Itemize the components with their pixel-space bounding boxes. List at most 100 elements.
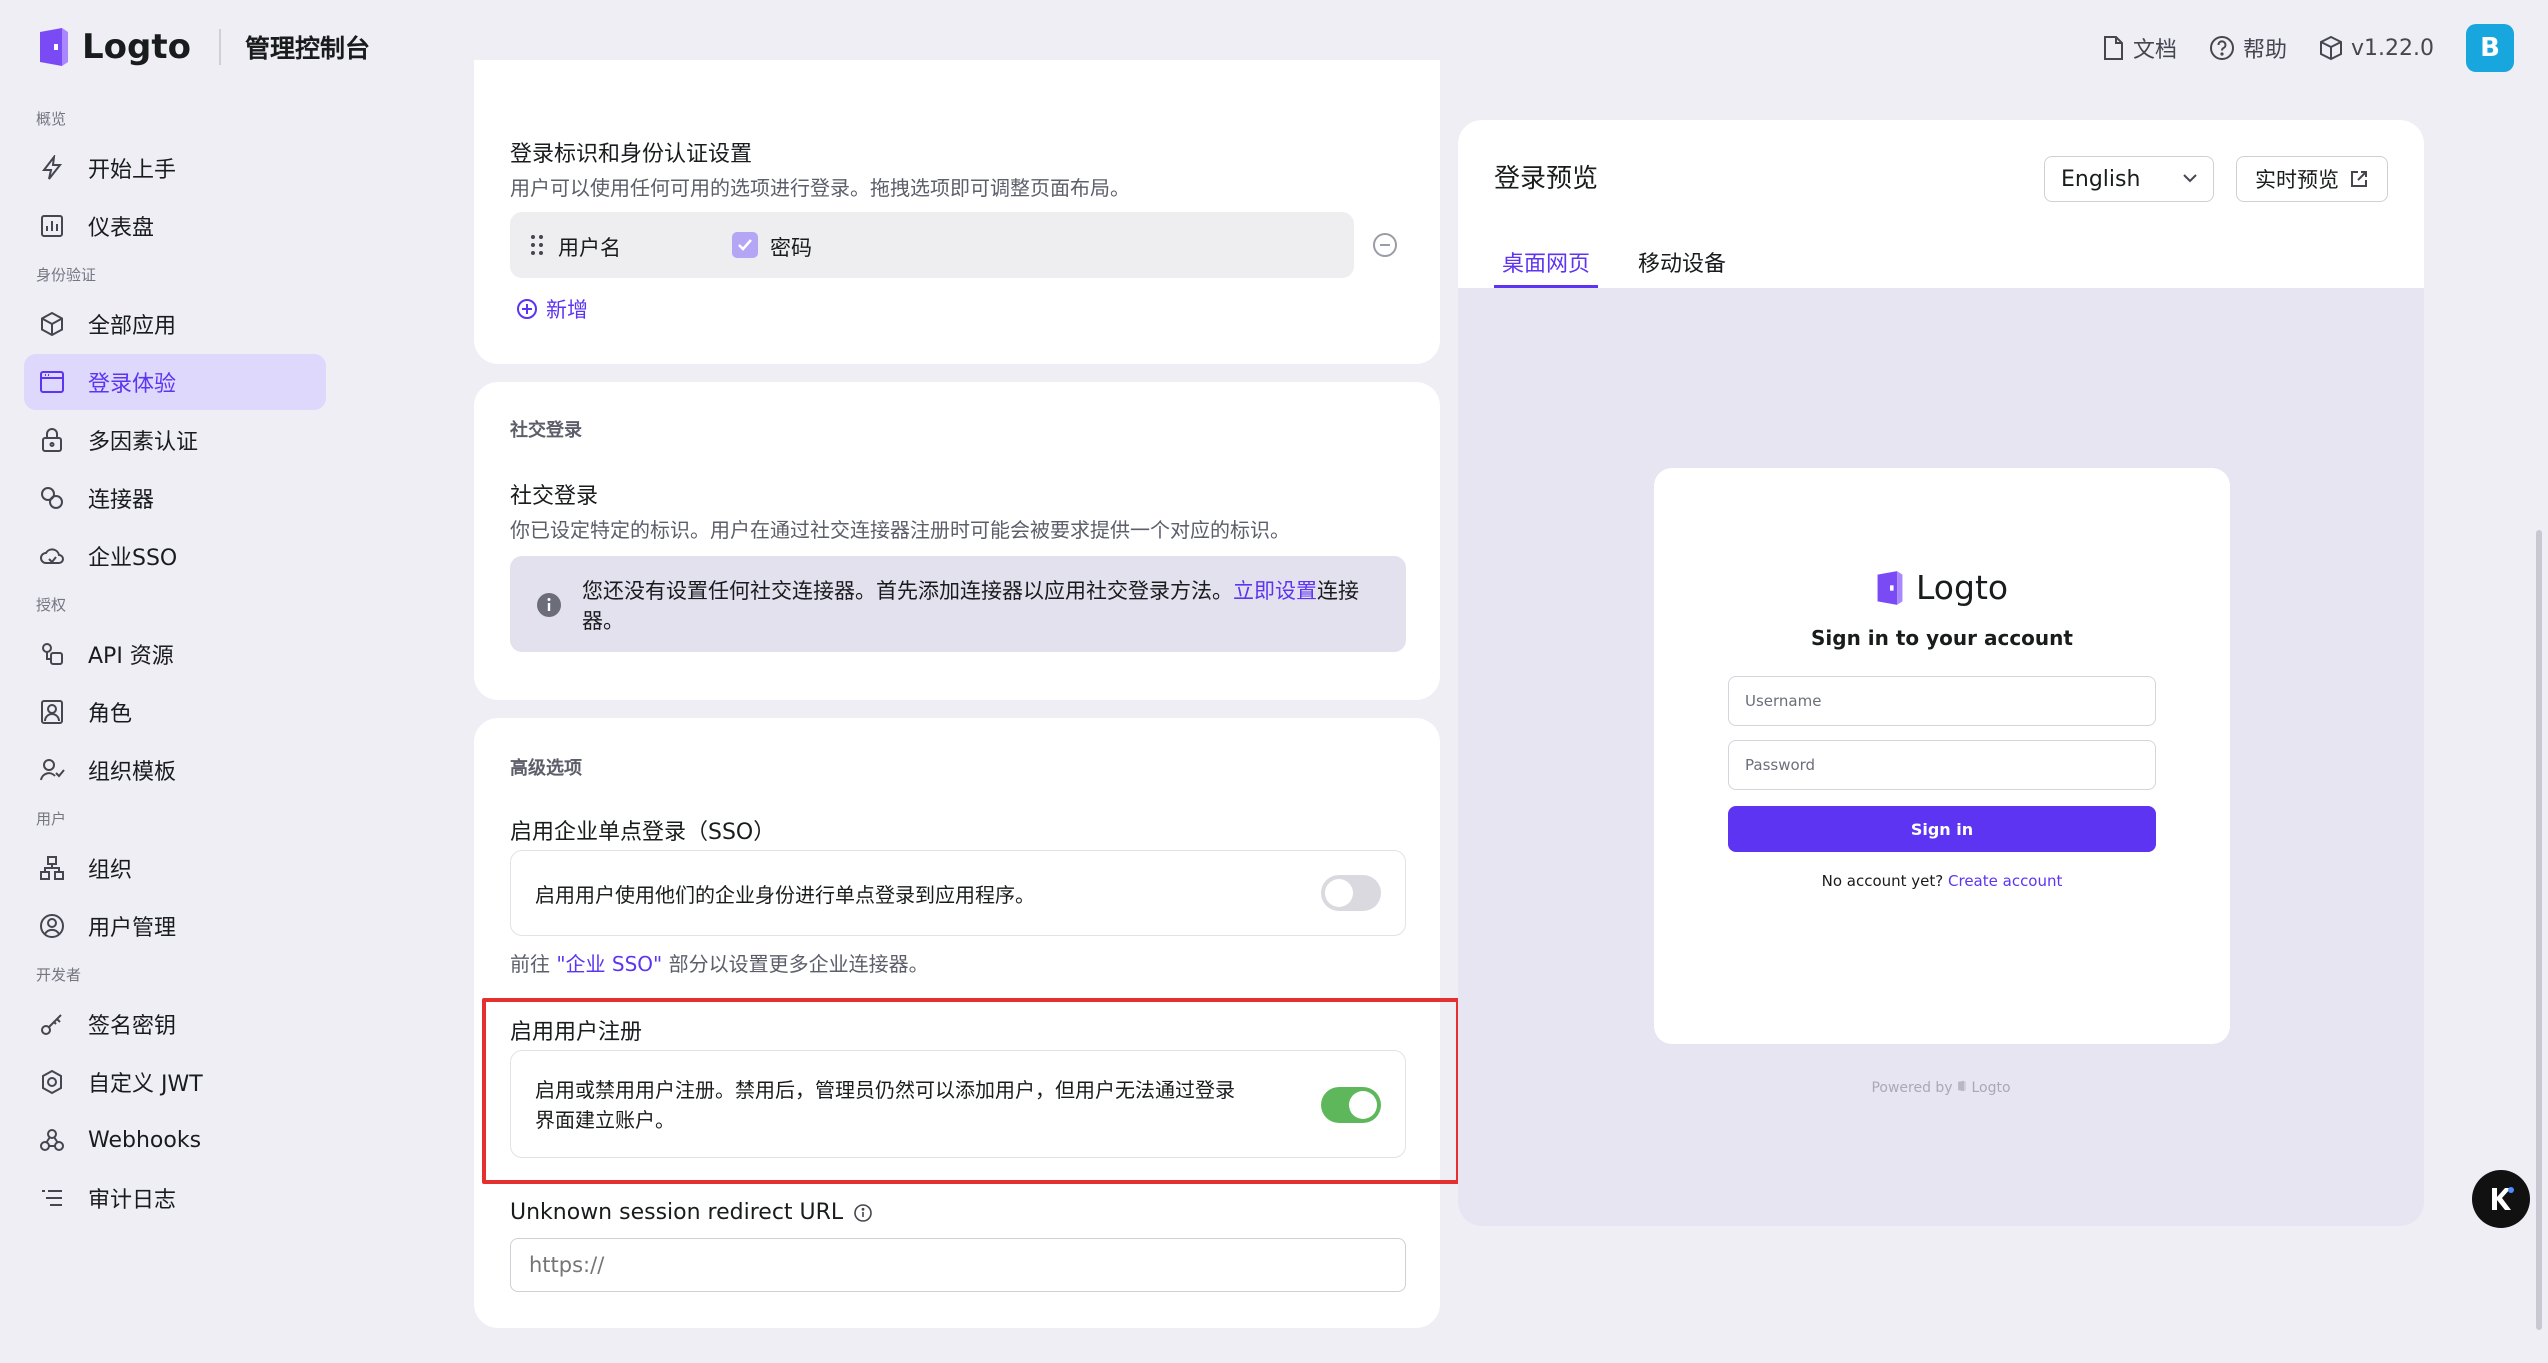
notice-text: 您还没有设置任何社交连接器。首先添加连接器以应用社交登录方法。立即设置连接 器。 — [582, 576, 1382, 636]
sidebar-item-label: 组织模板 — [88, 760, 177, 785]
sidebar-item-label: 用户管理 — [88, 916, 177, 941]
page-scrollbar[interactable] — [2536, 530, 2542, 1330]
enterprise-sso-link[interactable]: "企业 SSO" — [556, 952, 662, 976]
sidebar-item-audit-logs[interactable]: 审计日志 — [24, 1170, 326, 1226]
setup-connector-link[interactable]: 立即设置 — [1233, 579, 1317, 603]
password-checkbox[interactable] — [732, 232, 758, 258]
sign-in-button[interactable]: Sign in — [1728, 806, 2156, 852]
sso-title: 启用企业单点登录（SSO） — [510, 820, 776, 845]
plus-circle-icon — [517, 299, 537, 319]
info-outline-icon[interactable] — [853, 1203, 873, 1223]
notice-text-before: 您还没有设置任何社交连接器。首先添加连接器以应用社交登录方法。 — [582, 579, 1233, 603]
tab-mobile[interactable]: 移动设备 — [1638, 246, 1726, 288]
check-icon — [738, 239, 752, 251]
sidebar-item-label: 开始上手 — [88, 158, 177, 183]
assistant-float-button[interactable] — [2472, 1170, 2530, 1228]
info-icon — [536, 592, 562, 622]
connector-icon — [38, 484, 66, 512]
sidebar-item-organizations[interactable]: 组织 — [24, 840, 326, 896]
social-title: 社交登录 — [510, 484, 599, 509]
logto-logo-icon — [36, 26, 72, 68]
assistant-logo-icon — [2492, 1187, 2514, 1210]
nav-group-authorization: 授权 — [36, 596, 67, 614]
sso-hint-before: 前往 — [510, 952, 557, 976]
sidebar-item-enterprise-sso[interactable]: 企业SSO — [24, 528, 326, 584]
language-value: English — [2061, 166, 2141, 192]
user-avatar[interactable]: B — [2466, 24, 2514, 72]
window-icon — [38, 368, 66, 396]
sidebar-item-sign-in-experience[interactable]: 登录体验 — [24, 354, 326, 410]
drag-handle-icon[interactable] — [530, 234, 544, 260]
sidebar-item-roles[interactable]: 角色 — [24, 684, 326, 740]
sidebar-item-connectors[interactable]: 连接器 — [24, 470, 326, 526]
help-link[interactable]: 帮助 — [2209, 32, 2287, 64]
logto-logo-icon — [1877, 570, 1903, 605]
app-logo[interactable]: Logto 管理控制台 — [36, 26, 370, 68]
sidebar-item-dashboard[interactable]: 仪表盘 — [24, 198, 326, 254]
user-icon — [38, 912, 66, 940]
preview-brand: Logto — [1874, 568, 2008, 607]
sidebar-item-label: 签名密钥 — [88, 1014, 177, 1039]
redirect-label: Unknown session redirect URL — [510, 1200, 844, 1225]
cloud-icon — [38, 542, 66, 570]
key-icon — [38, 1010, 66, 1038]
sidebar-item-user-management[interactable]: 用户管理 — [24, 898, 326, 954]
powered-by-brand: Logto — [1971, 1080, 2011, 1096]
create-account-link[interactable]: Create account — [1948, 872, 2062, 890]
sidebar-item-webhooks[interactable]: Webhooks — [24, 1112, 326, 1168]
tab-desktop[interactable]: 桌面网页 — [1494, 246, 1598, 288]
redirect-label-row: Unknown session redirect URL — [510, 1200, 873, 1225]
sidebar-item-org-template[interactable]: 组织模板 — [24, 742, 326, 798]
docs-link[interactable]: 文档 — [2101, 32, 2177, 64]
help-label: 帮助 — [2242, 38, 2287, 63]
powered-by: Powered by Logto — [1458, 1080, 2424, 1096]
live-preview-label: 实时预览 — [2255, 168, 2339, 192]
sidebar-item-mfa[interactable]: 多因素认证 — [24, 412, 326, 468]
version-badge[interactable]: v1.22.0 — [2319, 35, 2434, 61]
sidebar-item-label: 连接器 — [88, 488, 155, 513]
api-icon — [38, 640, 66, 668]
identifier-row[interactable]: 用户名 密码 — [510, 212, 1354, 278]
sidebar-item-api-resources[interactable]: API 资源 — [24, 626, 326, 682]
sidebar: 概览 开始上手 仪表盘 身份验证 全部应用 登录体验 多因素认证 连接器 企业S… — [0, 100, 350, 1228]
lock-icon — [38, 426, 66, 454]
sidebar-item-applications[interactable]: 全部应用 — [24, 296, 326, 352]
sidebar-item-label: 自定义 JWT — [88, 1072, 203, 1097]
identifiers-card: 登录标识和身份认证设置 用户可以使用任何可用的选项进行登录。拖拽选项即可调整页面… — [474, 60, 1440, 364]
sign-in-card: Logto Sign in to your account Username P… — [1654, 468, 2230, 1044]
redirect-url-input[interactable] — [510, 1238, 1406, 1292]
logto-logo-icon — [1958, 1080, 1966, 1092]
nav-group-authentication: 身份验证 — [36, 266, 97, 284]
live-preview-button[interactable]: 实时预览 — [2236, 156, 2388, 202]
sso-toggle[interactable] — [1321, 875, 1381, 911]
sidebar-item-label: 全部应用 — [88, 314, 177, 339]
identifier-username: 用户名 — [558, 236, 621, 260]
language-select[interactable]: English — [2044, 156, 2214, 202]
docs-label: 文档 — [2132, 38, 2177, 63]
sso-hint-after: 部分以设置更多企业连接器。 — [662, 952, 929, 976]
sidebar-item-label: API 资源 — [88, 644, 174, 669]
remove-circle-icon[interactable] — [1372, 232, 1398, 262]
sidebar-item-label: 仪表盘 — [88, 216, 155, 241]
app-name: Logto — [82, 27, 191, 67]
sidebar-item-custom-jwt[interactable]: 自定义 JWT — [24, 1054, 326, 1110]
sidebar-item-label: 登录体验 — [88, 372, 177, 397]
password-label: 密码 — [770, 236, 812, 260]
notice-text-end: 器。 — [582, 609, 624, 633]
password-input[interactable]: Password — [1728, 740, 2156, 790]
sidebar-item-label: 审计日志 — [88, 1188, 177, 1213]
cube-icon — [2320, 35, 2342, 61]
sign-in-heading: Sign in to your account — [1811, 626, 2073, 650]
advanced-section-title: 高级选项 — [510, 758, 582, 779]
sidebar-item-label: Webhooks — [88, 1127, 202, 1153]
sidebar-item-signing-keys[interactable]: 签名密钥 — [24, 996, 326, 1052]
username-input[interactable]: Username — [1728, 676, 2156, 726]
preview-header: 登录预览 English 实时预览 桌面网页 移动设备 — [1458, 120, 2424, 288]
org-template-icon — [38, 756, 66, 784]
chart-icon — [38, 212, 66, 240]
sidebar-item-get-started[interactable]: 开始上手 — [24, 140, 326, 196]
add-identifier-button[interactable]: 新增 — [516, 294, 588, 324]
help-icon — [2209, 36, 2234, 60]
preview-title: 登录预览 — [1494, 164, 1599, 194]
chevron-down-icon — [2183, 174, 2197, 183]
